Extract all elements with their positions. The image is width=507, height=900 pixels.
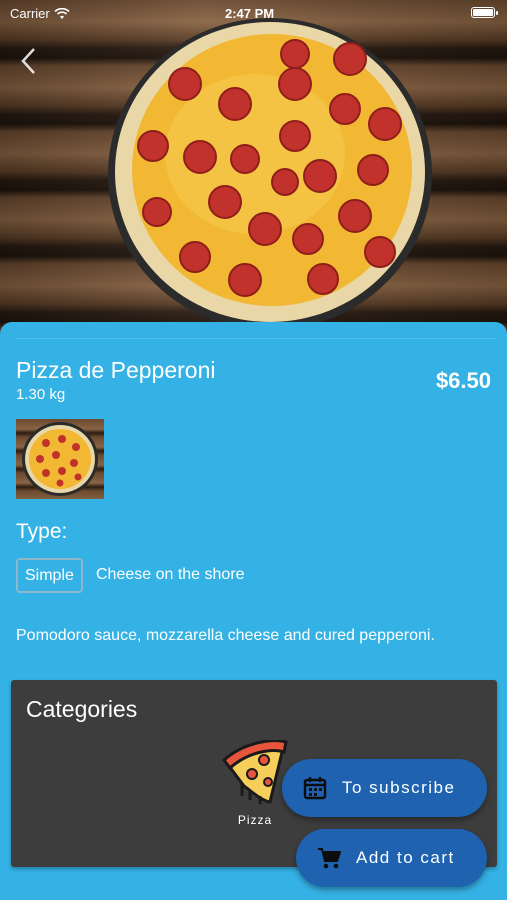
product-thumbnail[interactable] bbox=[16, 419, 104, 499]
cart-icon bbox=[316, 845, 342, 871]
status-time: 2:47 PM bbox=[225, 6, 275, 21]
calendar-icon bbox=[302, 775, 328, 801]
type-detail: Cheese on the shore bbox=[96, 566, 245, 583]
carrier-label: Carrier bbox=[10, 6, 50, 21]
sheet-divider bbox=[16, 338, 497, 339]
carrier: Carrier bbox=[10, 6, 70, 21]
product-hero-image: Carrier 2:47 PM bbox=[0, 0, 507, 335]
pizza-image bbox=[108, 18, 432, 329]
add-to-cart-button[interactable]: Add to cart bbox=[296, 829, 487, 887]
category-label: Pizza bbox=[237, 813, 273, 827]
battery-icon bbox=[471, 7, 498, 18]
chevron-left-icon bbox=[21, 48, 35, 74]
product-description: Pomodoro sauce, mozzarella cheese and cu… bbox=[16, 627, 435, 644]
type-chip-simple[interactable]: Simple bbox=[16, 558, 83, 593]
pizza-thumbnail-image bbox=[22, 422, 98, 496]
subscribe-label: To subscribe bbox=[342, 778, 456, 797]
add-to-cart-label: Add to cart bbox=[356, 848, 455, 867]
back-button[interactable] bbox=[18, 46, 42, 76]
product-title: Pizza de Pepperoni bbox=[16, 357, 216, 383]
status-bar: Carrier 2:47 PM bbox=[0, 0, 507, 28]
type-heading: Type: bbox=[16, 520, 68, 543]
pizza-slice-icon bbox=[221, 739, 288, 804]
product-price: $6.50 bbox=[435, 368, 491, 393]
category-item-pizza[interactable]: Pizza bbox=[220, 739, 290, 827]
subscribe-button[interactable]: To subscribe bbox=[282, 759, 487, 817]
wifi-icon bbox=[54, 7, 70, 19]
product-weight: 1.30 kg bbox=[16, 386, 66, 403]
categories-title: Categories bbox=[26, 696, 138, 722]
